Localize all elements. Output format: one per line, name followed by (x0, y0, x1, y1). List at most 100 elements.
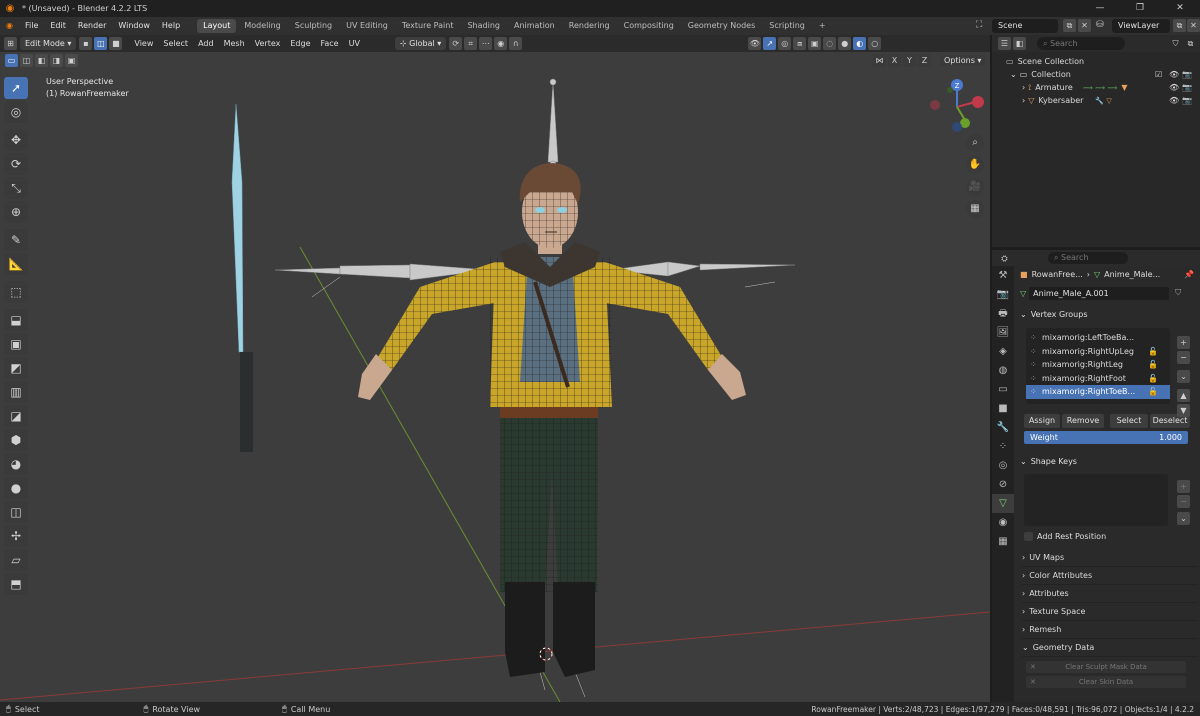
options-dropdown[interactable]: Options ▾ (940, 55, 986, 66)
select-extend-icon[interactable]: ◫ (20, 54, 33, 67)
material-shading-icon[interactable]: ◐ (853, 37, 867, 50)
output-tab-icon[interactable]: 🖶 (992, 304, 1014, 323)
tab-scripting[interactable]: Scripting (763, 19, 811, 33)
physics-tab-icon[interactable]: ◎ (992, 456, 1014, 475)
vertex-group-list[interactable]: ⁘ mixamorig:LeftToeBa... ⁘ mixamorig:Right… (1026, 328, 1170, 404)
zoom-icon[interactable]: ⌕ (966, 134, 984, 152)
move-down-icon[interactable]: ▼ (1177, 404, 1190, 417)
menu-help[interactable]: Help (156, 17, 186, 35)
extrude-tool-icon[interactable]: ⬓ (4, 309, 28, 331)
shape-key-specials-icon[interactable]: ⌄ (1177, 512, 1190, 525)
section-geometry-data[interactable]: ⌄ Geometry Data (1022, 639, 1198, 657)
smooth-tool-icon[interactable]: ● (4, 477, 28, 499)
poly-build-tool-icon[interactable]: ⬢ (4, 429, 28, 451)
axis-icon[interactable]: ⋈ (873, 54, 886, 67)
assign-button[interactable]: Assign (1024, 414, 1060, 428)
eye-icon[interactable]: 👁 (1169, 96, 1179, 105)
snap-target-icon[interactable]: ⋯ (479, 37, 493, 50)
transform-orientation-dropdown[interactable]: ⊹ Global ▾ (394, 37, 447, 50)
menu-render[interactable]: Render (72, 17, 112, 35)
world-tab-icon[interactable]: ◍ (992, 361, 1014, 380)
face-select-icon[interactable]: ■ (109, 37, 123, 50)
tab-animation[interactable]: Animation (508, 19, 561, 33)
select-subtract-icon[interactable]: ◧ (35, 54, 48, 67)
add-workspace-icon[interactable]: + (813, 19, 832, 33)
shape-keys-header[interactable]: ⌄ Shape Keys (1016, 453, 1198, 469)
camera-icon[interactable]: 📷 (1182, 83, 1192, 92)
mode-selector[interactable]: Edit Mode ▾ (20, 37, 77, 50)
outliner-search-input[interactable]: ⌕ Search (1037, 37, 1125, 50)
annotate-tool-icon[interactable]: ✎ (4, 229, 28, 251)
menu-vertex[interactable]: Vertex (250, 36, 286, 51)
scale-tool-icon[interactable]: ⤡ (4, 177, 28, 199)
tab-shading[interactable]: Shading (461, 19, 506, 33)
scene-selector[interactable]: Scene (992, 19, 1058, 33)
properties-editor-icon[interactable]: ⛭ (998, 252, 1011, 265)
tab-texture-paint[interactable]: Texture Paint (396, 19, 460, 33)
pan-hand-icon[interactable]: ✋ (966, 156, 984, 174)
tab-geometry-nodes[interactable]: Geometry Nodes (682, 19, 761, 33)
camera-icon[interactable]: 📷 (1182, 96, 1192, 105)
material-tab-icon[interactable]: ◉ (992, 513, 1014, 532)
mesh-datablock-icon[interactable]: ▽ (1020, 289, 1026, 298)
menu-uv[interactable]: UV (344, 36, 365, 51)
rendered-shading-icon[interactable]: ○ (868, 37, 882, 50)
mesh-name-field[interactable]: Anime_Male_A.001 (1029, 286, 1170, 300)
clear-skin-data-button[interactable]: ✕ Clear Skin Data (1026, 676, 1186, 688)
shrink-fatten-tool-icon[interactable]: ✢ (4, 525, 28, 547)
section-color-attributes[interactable]: › Color Attributes (1022, 567, 1198, 585)
collection-tab-icon[interactable]: ▭ (992, 380, 1014, 399)
vertex-group-item[interactable]: ⁘ mixamorig:RightUpLeg 🔓 (1026, 345, 1170, 359)
edge-slide-tool-icon[interactable]: ◫ (4, 501, 28, 523)
lock-icon[interactable]: 🔓 (1148, 345, 1158, 359)
new-view-layer-icon[interactable]: ⧉ (1173, 19, 1186, 32)
section-texture-space[interactable]: › Texture Space (1022, 603, 1198, 621)
tab-rendering[interactable]: Rendering (563, 19, 616, 33)
menu-add[interactable]: Add (193, 36, 219, 51)
overlays-icon[interactable]: ◎ (778, 37, 792, 50)
outliner-item-kybersaber[interactable]: › ▽ Kybersaber 🔧 ▽ 👁 📷 (992, 94, 1200, 107)
select-intersect-icon[interactable]: ▣ (65, 54, 78, 67)
vertex-select-icon[interactable]: ▪ (79, 37, 93, 50)
mesh-data-tab-icon[interactable]: ▽ (992, 494, 1014, 513)
axis-y-toggle[interactable]: Y (903, 54, 916, 67)
vertex-group-item[interactable]: ⁘ mixamorig:RightFoot 🔓 (1026, 372, 1170, 386)
pivot-point-icon[interactable]: ⟳ (449, 37, 463, 50)
weight-slider[interactable]: Weight 1.000 (1024, 431, 1188, 444)
section-uv-maps[interactable]: › UV Maps (1022, 549, 1198, 567)
outliner-editor-icon[interactable]: ☰ (998, 37, 1011, 50)
select-box-tool-icon[interactable]: ➚ (4, 77, 28, 99)
remove-shape-key-icon[interactable]: − (1177, 495, 1190, 508)
tab-compositing[interactable]: Compositing (618, 19, 680, 33)
render-tab-icon[interactable]: 📷 (992, 285, 1014, 304)
axis-x-toggle[interactable]: X (888, 54, 901, 67)
add-vertex-group-icon[interactable]: + (1177, 336, 1190, 349)
eye-icon[interactable]: 👁 (1169, 70, 1179, 79)
blender-menu-icon[interactable]: ◉ (0, 17, 19, 35)
tab-sculpting[interactable]: Sculpting (289, 19, 338, 33)
section-attributes[interactable]: › Attributes (1022, 585, 1198, 603)
shape-keys-list[interactable] (1024, 474, 1168, 526)
menu-select[interactable]: Select (158, 36, 193, 51)
display-mode-icon[interactable]: ◧ (1013, 37, 1026, 50)
xray-icon[interactable]: ▣ (808, 37, 822, 50)
minimize-button[interactable]: — (1080, 0, 1120, 17)
solid-shading-icon[interactable]: ● (838, 37, 852, 50)
edge-select-icon[interactable]: ◫ (94, 37, 108, 50)
vertex-groups-header[interactable]: ⌄ Vertex Groups (1016, 306, 1198, 322)
tab-layout[interactable]: Layout (197, 19, 237, 33)
tab-uv-editing[interactable]: UV Editing (340, 19, 394, 33)
delete-view-layer-icon[interactable]: ✕ (1187, 19, 1200, 32)
loop-cut-tool-icon[interactable]: ▥ (4, 381, 28, 403)
add-cube-tool-icon[interactable]: ⬚ (4, 281, 28, 303)
outliner-item-scene-collection[interactable]: ▭ Scene Collection (992, 55, 1200, 68)
lock-icon[interactable]: 🔓 (1148, 385, 1158, 399)
lock-icon[interactable]: 🔓 (1148, 372, 1158, 386)
tool-tab-icon[interactable]: ⚒ (992, 266, 1014, 285)
outliner-item-armature[interactable]: › ⟟ Armature ⟿ ⟿ ⟿ ▼ 👁 📷 (992, 81, 1200, 94)
camera-view-icon[interactable]: 🎥 (966, 178, 984, 196)
lock-icon[interactable]: 🔓 (1148, 358, 1158, 372)
inset-tool-icon[interactable]: ▣ (4, 333, 28, 355)
scene-tab-icon[interactable]: ◈ (992, 342, 1014, 361)
menu-face[interactable]: Face (316, 36, 344, 51)
